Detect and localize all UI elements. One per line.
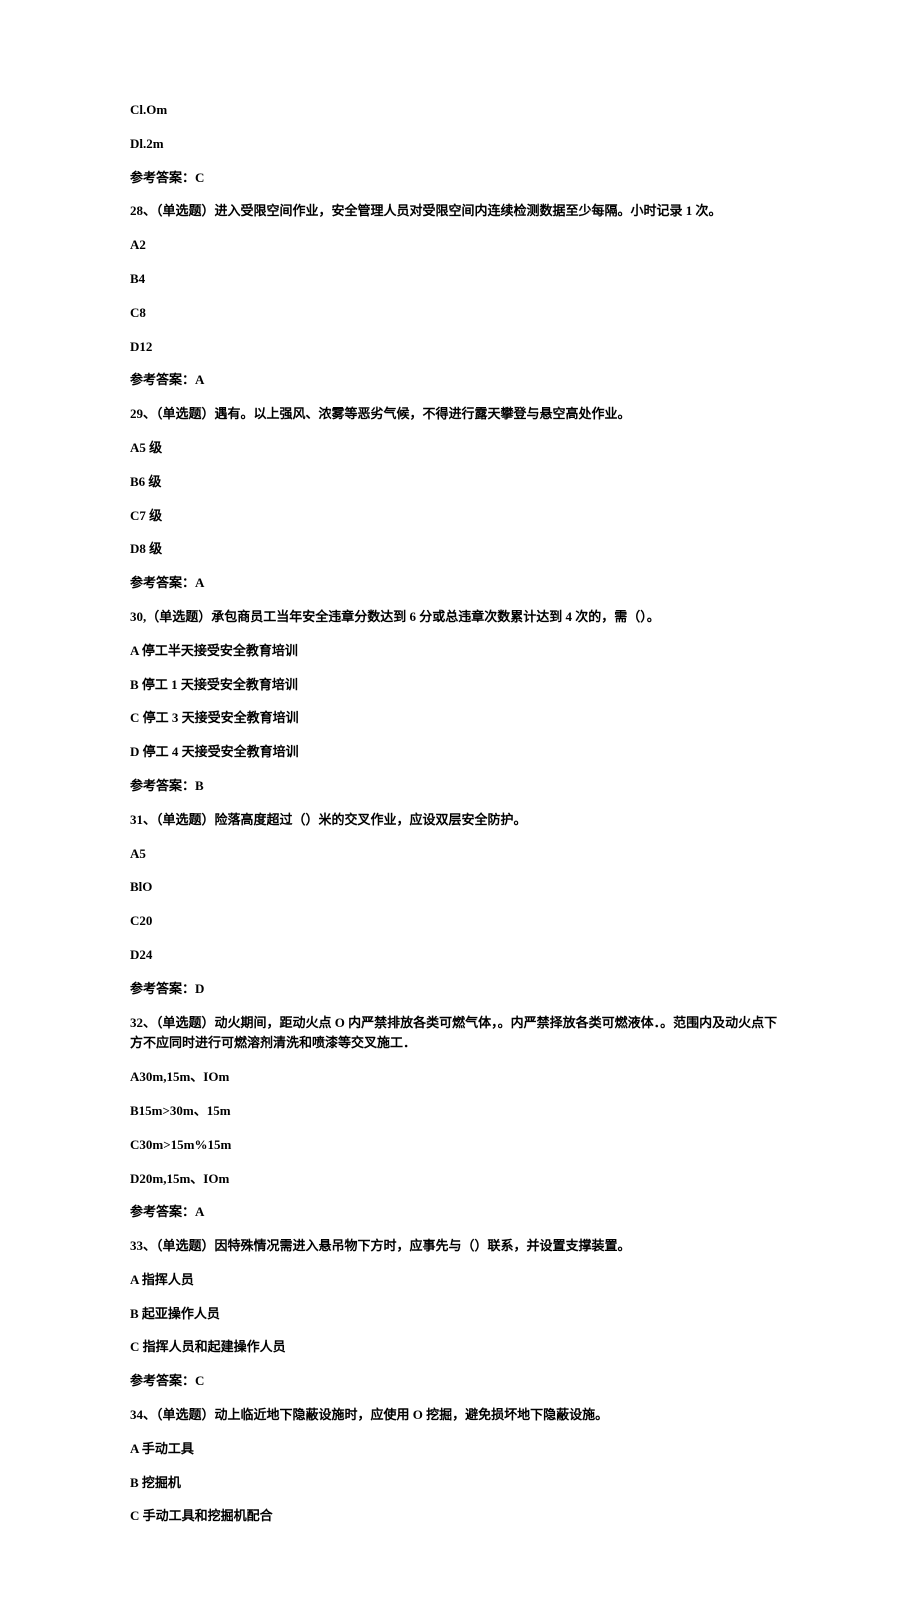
option-text: Cl.Om [130,100,790,121]
option-text: B15m>30m、15m [130,1101,790,1122]
option-text: D 停工 4 天接受安全教育培训 [130,742,790,763]
option-text: B 停工 1 天接受安全教育培训 [130,675,790,696]
option-text: D20m,15m、IOm [130,1169,790,1190]
option-text: A 停工半天接受安全教育培训 [130,641,790,662]
option-text: A30m,15m、IOm [130,1067,790,1088]
answer-text: 参考答案：A [130,1202,790,1223]
option-text: C 手动工具和挖掘机配合 [130,1506,790,1527]
option-text: A2 [130,235,790,256]
question-text: 31、（单选题）险落高度超过（）米的交叉作业，应设双层安全防护。 [130,810,790,831]
question-text: 34、（单选题）动上临近地下隐蔽设施时，应使用 O 挖掘，避免损坏地下隐蔽设施。 [130,1405,790,1426]
option-text: A 手动工具 [130,1439,790,1460]
option-text: B 起亚操作人员 [130,1304,790,1325]
option-text: A5 [130,844,790,865]
answer-text: 参考答案：A [130,573,790,594]
option-text: D8 级 [130,539,790,560]
option-text: D12 [130,337,790,358]
option-text: C8 [130,303,790,324]
question-text: 33、（单选题）因特殊情况需进入悬吊物下方时，应事先与（）联系，并设置支撑装置。 [130,1236,790,1257]
option-text: C 停工 3 天接受安全教育培训 [130,708,790,729]
option-text: BlO [130,877,790,898]
option-text: B6 级 [130,472,790,493]
option-text: C 指挥人员和起建操作人员 [130,1337,790,1358]
question-text: 30,（单选题）承包商员工当年安全违章分数达到 6 分或总违章次数累计达到 4 … [130,607,790,628]
option-text: C7 级 [130,506,790,527]
option-text: Dl.2m [130,134,790,155]
option-text: C30m>15m%15m [130,1135,790,1156]
option-text: D24 [130,945,790,966]
option-text: C20 [130,911,790,932]
option-text: A5 级 [130,438,790,459]
option-text: A 指挥人员 [130,1270,790,1291]
answer-text: 参考答案：C [130,1371,790,1392]
question-text: 28、（单选题）进入受限空间作业，安全管理人员对受限空间内连续检测数据至少每隔。… [130,201,790,222]
option-text: B4 [130,269,790,290]
answer-text: 参考答案：D [130,979,790,1000]
option-text: B 挖掘机 [130,1473,790,1494]
answer-text: 参考答案：B [130,776,790,797]
question-text: 29、（单选题）遇有。以上强风、浓雾等恶劣气候，不得进行露天攀登与悬空高处作业。 [130,404,790,425]
answer-text: 参考答案：A [130,370,790,391]
question-text: 32、（单选题）动火期间，距动火点 O 内严禁排放各类可燃气体，。内严禁择放各类… [130,1013,790,1055]
answer-text: 参考答案：C [130,168,790,189]
